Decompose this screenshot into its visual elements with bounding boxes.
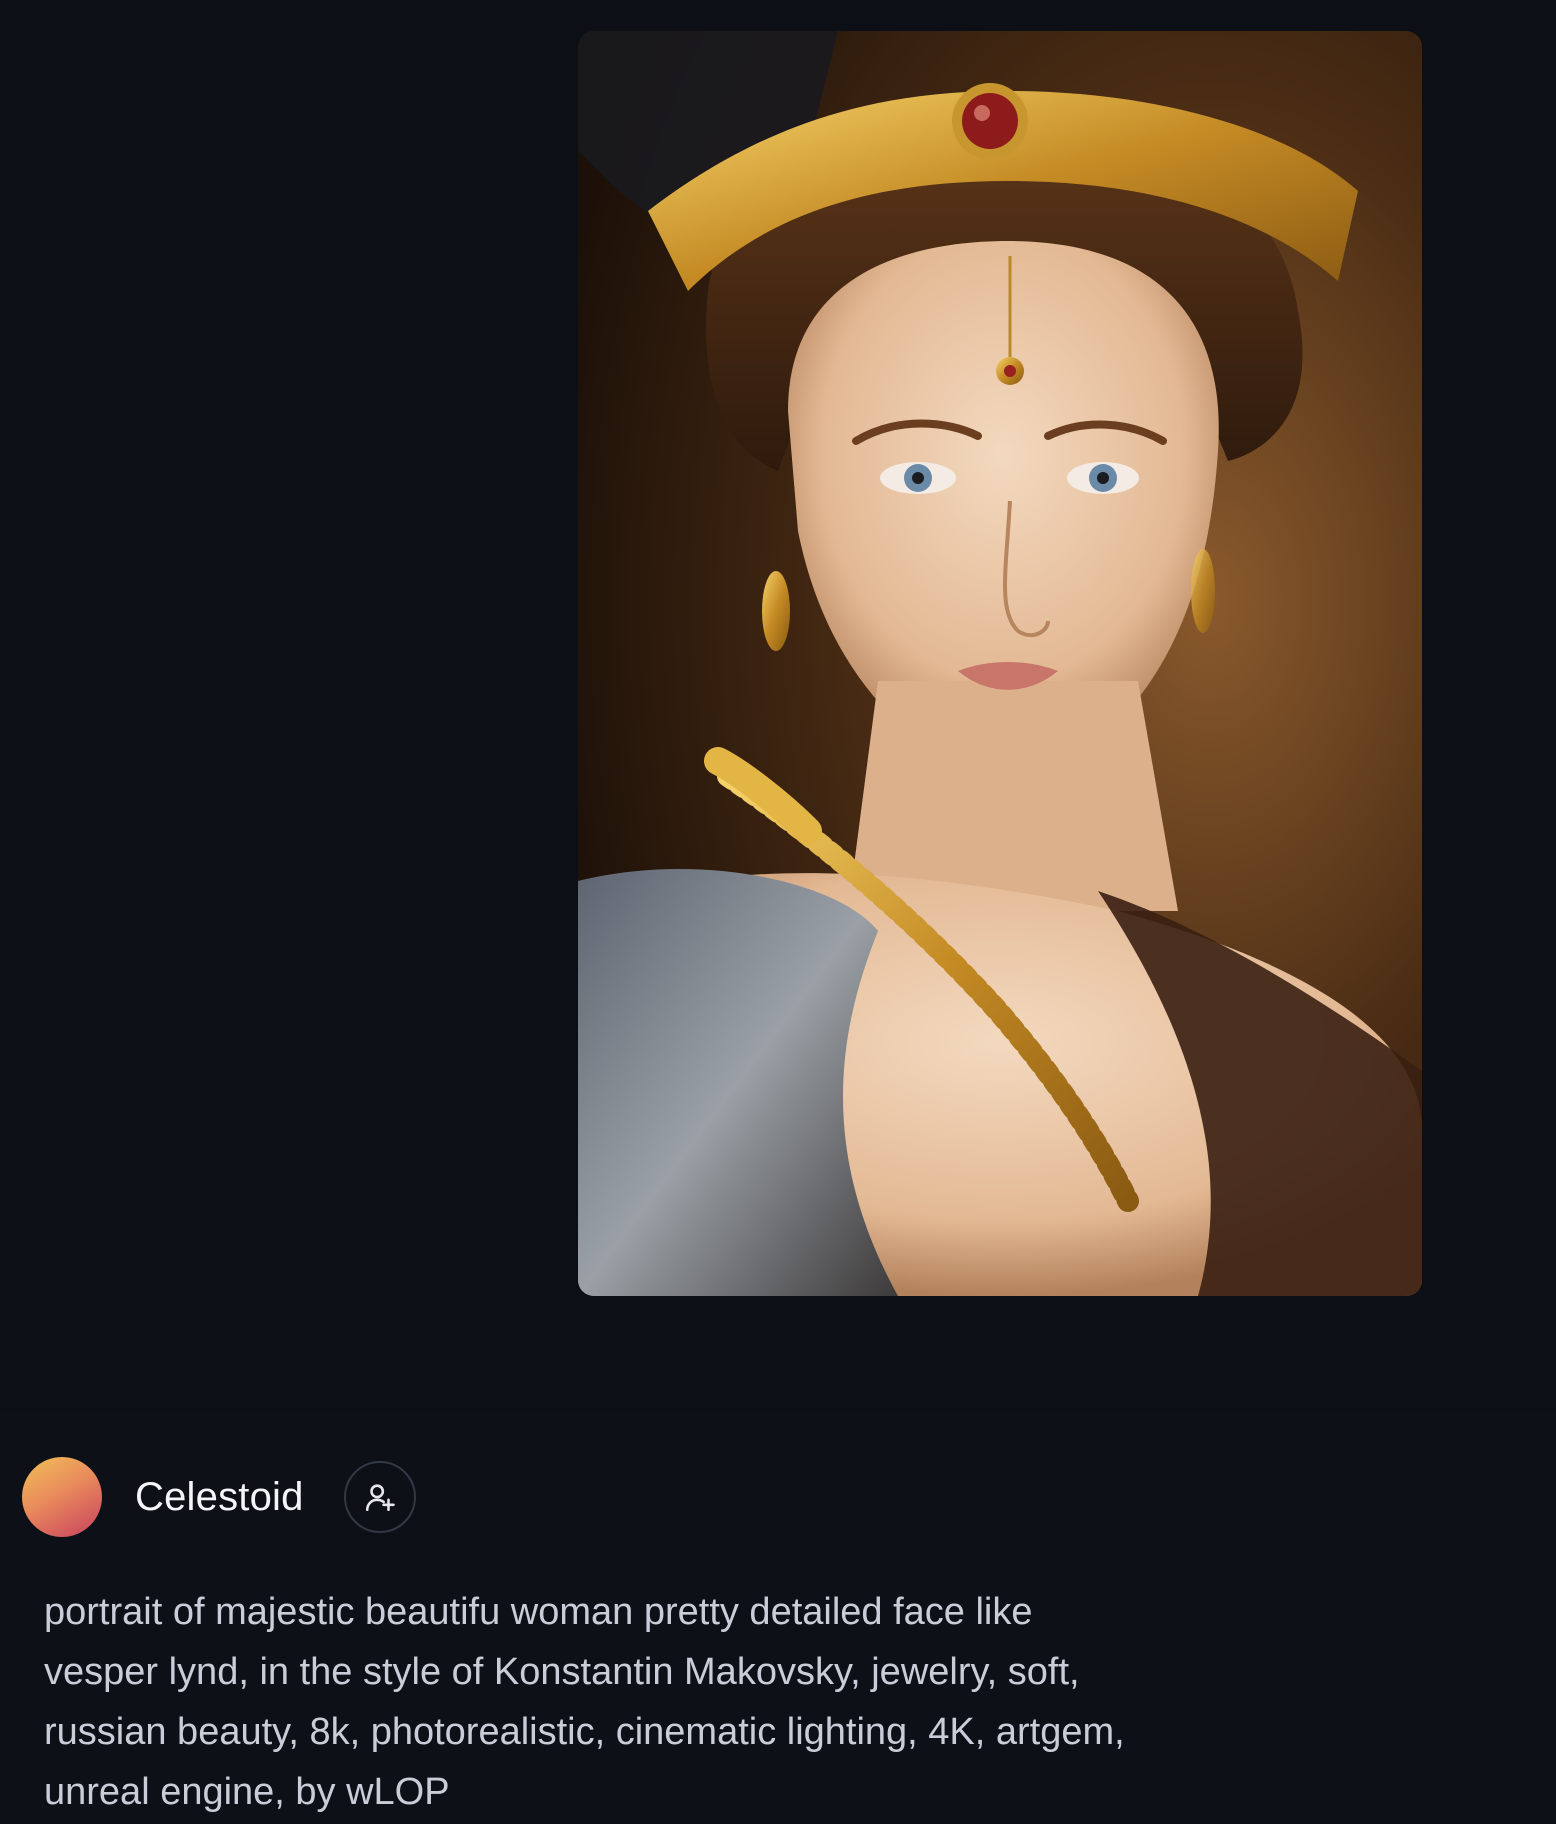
portrait-image [578,31,1422,1296]
author-row: Celestoid [22,1456,416,1538]
artwork-image[interactable] [578,31,1422,1296]
user-plus-icon [365,1484,395,1512]
username[interactable]: Celestoid [135,1475,304,1520]
follow-button[interactable] [343,1461,416,1533]
image-panel [0,0,1556,1410]
prompt-text: portrait of majestic beautifu woman pret… [44,1591,1125,1813]
avatar[interactable] [22,1457,102,1537]
